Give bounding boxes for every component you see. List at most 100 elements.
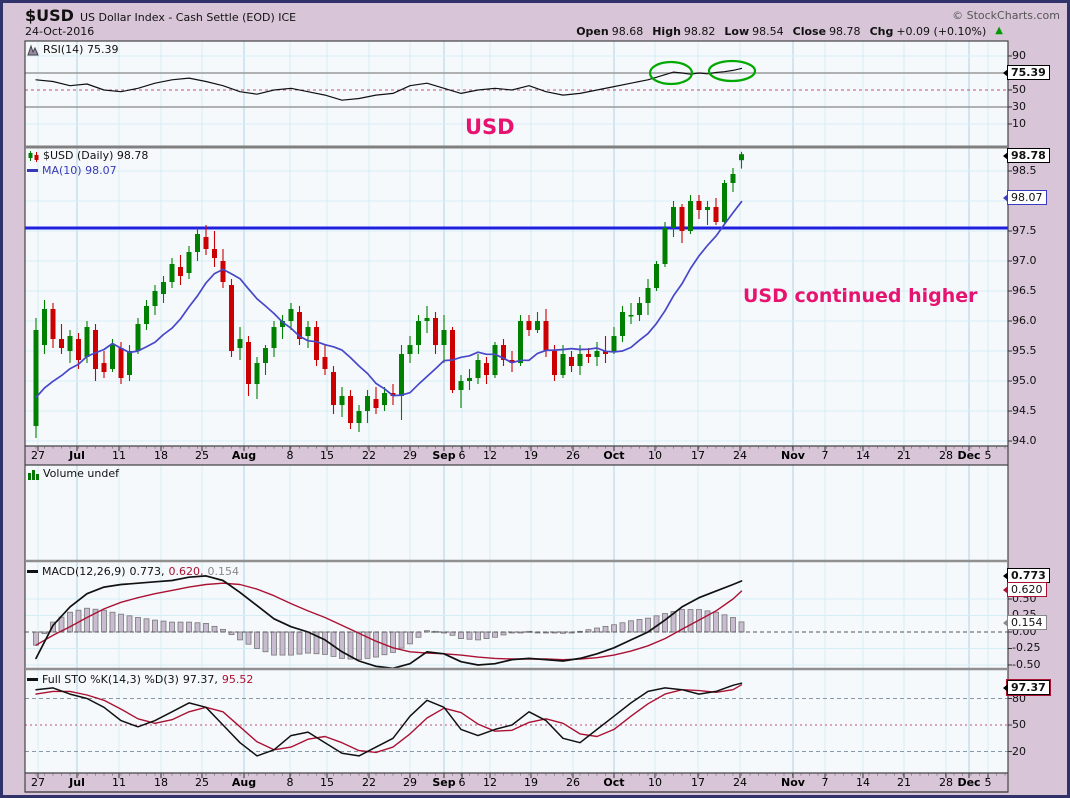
macd-legend-label: MACD(12,26,9)	[42, 565, 126, 578]
y-axis-tick-price: 94.0	[1012, 434, 1037, 448]
sto-legend: Full STO %K(14,3) %D(3) 97.37, 95.52	[27, 673, 253, 686]
macd-signal-value: 0.620,	[168, 565, 204, 578]
x-axis-label-bottom: 26	[566, 775, 580, 789]
macd-line-swatch	[27, 570, 38, 573]
x-axis-label-bottom: 29	[403, 775, 417, 789]
sto-k-value: 97.37,	[182, 673, 218, 686]
x-axis-label: 12	[483, 449, 497, 462]
x-axis-label: 6	[458, 449, 466, 462]
x-axis-label-bottom: 7	[821, 775, 829, 789]
x-axis-label-bottom: 28	[939, 775, 953, 789]
y-axis-tick-price: 97.0	[1012, 254, 1037, 267]
rsi-last-value-box: 75.39	[1003, 65, 1050, 80]
price-legend: $USD (Daily) 98.78	[27, 149, 148, 162]
x-axis-label: 11	[112, 449, 126, 462]
x-axis-label: 5	[984, 449, 992, 462]
stockcharts-credit: © StockCharts.com	[952, 9, 1060, 22]
x-axis-label: 27	[31, 449, 45, 462]
volume-bars-icon	[28, 469, 39, 480]
sto-legend-label: Full STO %K(14,3) %D(3)	[42, 673, 179, 686]
macd-value: 0.773,	[129, 565, 165, 578]
x-axis-label-bottom: 11	[112, 775, 126, 789]
x-axis-label: 19	[524, 449, 538, 462]
x-axis-label-bottom: 10	[648, 775, 662, 789]
x-axis-label: 28	[939, 449, 953, 462]
open-value: Open 98.68	[576, 25, 643, 38]
x-axis-label-bottom: 19	[524, 775, 538, 789]
x-axis-label-bottom: 14	[856, 775, 870, 789]
x-axis-label-bottom: 18	[154, 775, 168, 789]
macd-legend: MACD(12,26,9) 0.773, 0.620, 0.154	[27, 565, 239, 578]
open-number: 98.68	[611, 25, 644, 38]
ma-last-value-box: 98.07	[1003, 190, 1047, 205]
y-axis-tick-rsi: 90	[1012, 48, 1026, 62]
x-axis-label: 22	[362, 449, 376, 462]
x-axis-label: 25	[195, 449, 209, 462]
y-axis-tick-price: 95.5	[1012, 344, 1037, 357]
x-axis-label: 29	[403, 449, 417, 462]
y-axis-tick-price: 95.0	[1012, 374, 1037, 388]
panel-backgrounds	[25, 41, 1008, 773]
ma-legend-label: MA(10) 98.07	[42, 164, 117, 177]
high-label: High	[652, 25, 681, 38]
y-axis-tick-price: 96.5	[1012, 284, 1037, 297]
x-axis-label-bottom: 17	[691, 775, 705, 789]
stockcharts-chart-page: $USD US Dollar Index - Cash Settle (EOD)…	[0, 0, 1070, 798]
y-axis-tick-price: 96.0	[1012, 314, 1037, 327]
low-label: Low	[724, 25, 750, 38]
rsi-legend-label: RSI(14) 75.39	[43, 43, 119, 56]
y-axis-tick-price: 97.5	[1012, 224, 1037, 237]
x-axis-label: Nov	[781, 449, 805, 462]
y-axis-tick-macd: -0.25	[1012, 641, 1041, 655]
open-label: Open	[576, 25, 609, 38]
candlestick-icon	[28, 150, 39, 162]
x-axis-label-bottom: 6	[458, 775, 466, 789]
change-label: Chg	[869, 25, 894, 38]
x-axis-label: 10	[648, 449, 662, 462]
high-value: High 98.82	[652, 25, 715, 38]
x-axis-label: 24	[733, 449, 747, 462]
x-axis-label: 7	[821, 449, 829, 462]
change-number: +0.09 (+0.10%)	[896, 25, 987, 38]
x-axis-label-bottom: Nov	[781, 775, 805, 789]
x-axis-label: 15	[320, 449, 334, 462]
sto-last-value-box: 97.37	[1003, 680, 1050, 695]
y-axis-tick-rsi: 30	[1012, 99, 1026, 113]
x-axis-label-bottom: 12	[483, 775, 497, 789]
volume-legend: Volume undef	[27, 467, 119, 480]
x-axis-label-bottom: Jul	[69, 775, 85, 789]
price-last-value-box: 98.78	[1003, 148, 1050, 163]
x-axis-label-bottom: 8	[286, 775, 294, 789]
hist-last-value-box: 0.154	[1003, 615, 1047, 630]
x-axis-label: 14	[856, 449, 870, 462]
symbol-ticker: $USD	[25, 6, 74, 25]
x-axis-label: 21	[897, 449, 911, 462]
high-number: 98.82	[683, 25, 716, 38]
chart-header: $USD US Dollar Index - Cash Settle (EOD)…	[25, 6, 296, 25]
x-axis-label-bottom: 27	[31, 775, 45, 789]
x-axis-label-bottom: 25	[195, 775, 209, 789]
chart-date: 24-Oct-2016	[25, 25, 95, 38]
macd-last-value-box: 0.773	[1003, 568, 1050, 583]
x-axis-label: 26	[566, 449, 580, 462]
rsi-indicator-icon	[27, 43, 39, 55]
x-axis-label: 17	[691, 449, 705, 462]
sto-d-value: 95.52	[221, 673, 254, 686]
y-axis-tick-price: 94.5	[1012, 404, 1037, 418]
low-value: Low 98.54	[724, 25, 783, 38]
x-axis-label: Jul	[69, 449, 85, 462]
close-label: Close	[792, 25, 827, 38]
annotation-usd: USD	[465, 115, 515, 139]
volume-legend-label: Volume undef	[43, 467, 119, 480]
x-axis-label: Sep	[432, 449, 456, 462]
ohlc-readout: Open 98.68 High 98.82 Low 98.54 Close 98.78 …	[576, 25, 1003, 38]
ma-legend: MA(10) 98.07	[27, 164, 117, 177]
y-axis-tick-macd: -0.50	[1012, 657, 1041, 671]
x-axis-label-bottom: Sep	[432, 775, 456, 789]
x-axis-label: 18	[154, 449, 168, 462]
x-axis-label-bottom: Dec	[957, 775, 981, 789]
x-axis-label-bottom: 15	[320, 775, 334, 789]
low-number: 98.54	[752, 25, 784, 38]
x-axis-label-bottom: 21	[897, 775, 911, 789]
close-number: 98.78	[829, 25, 861, 38]
